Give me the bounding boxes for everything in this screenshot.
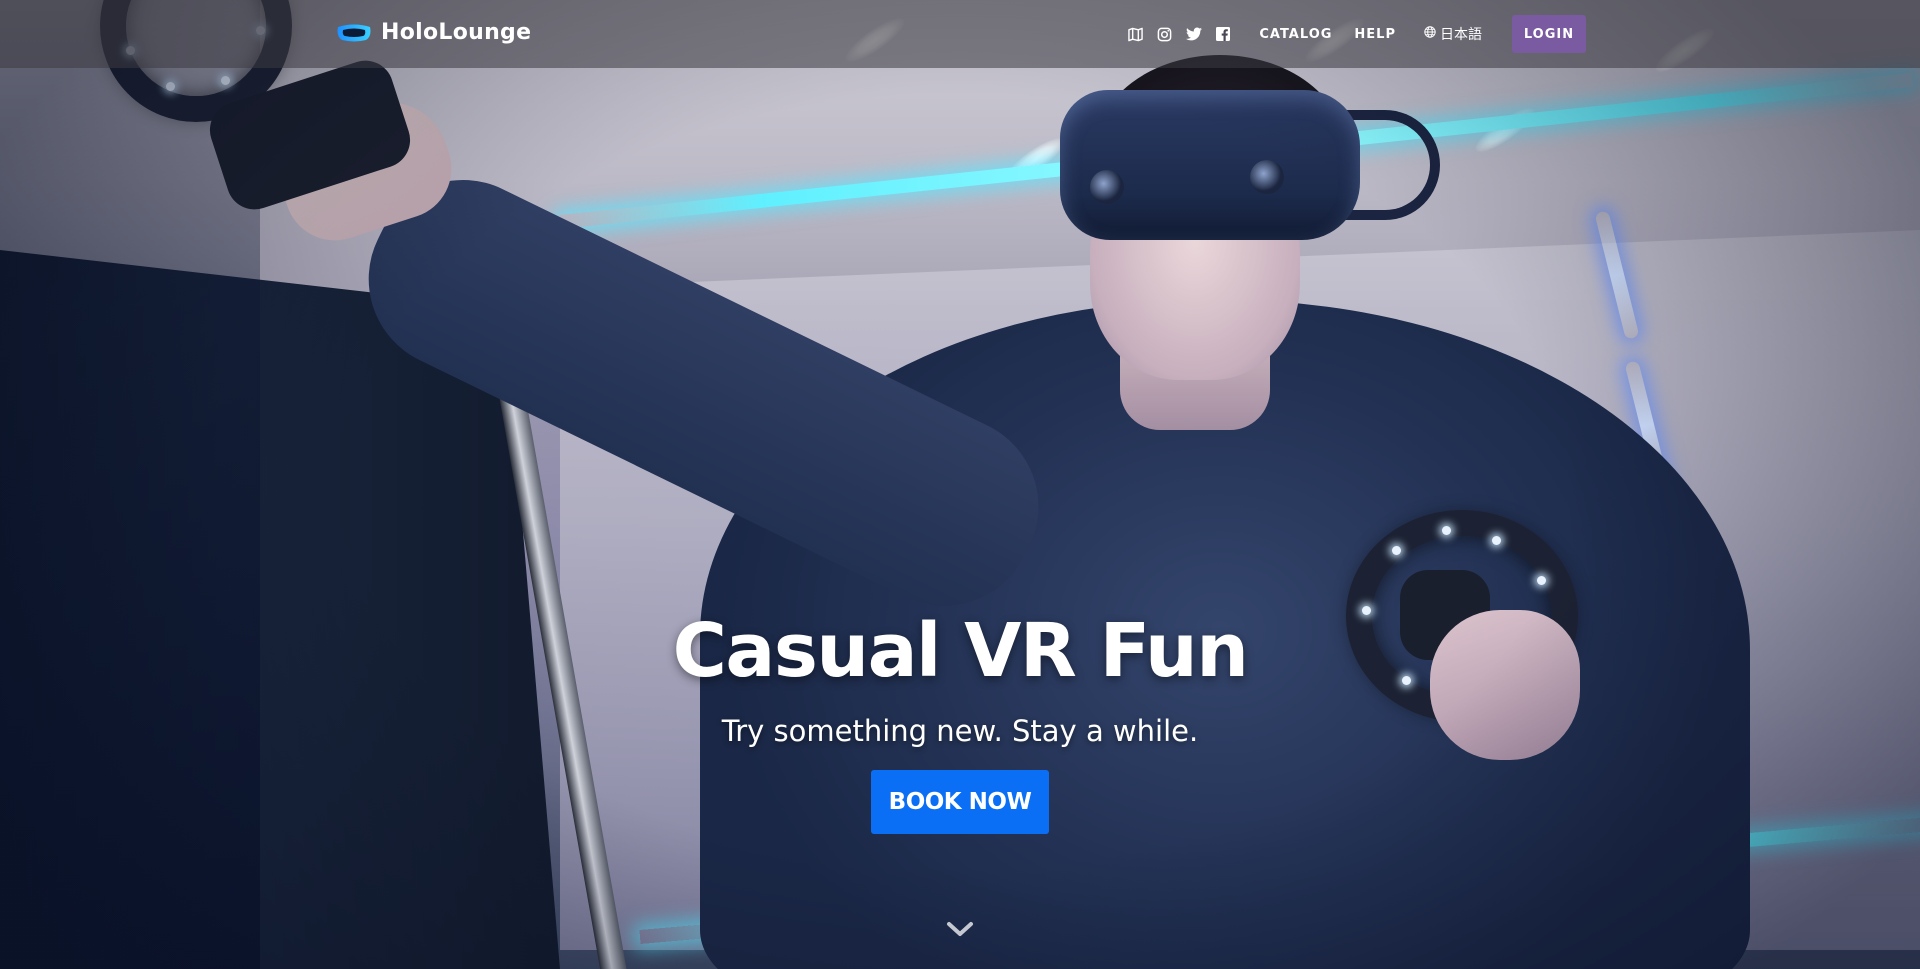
nav-link-help[interactable]: HELP	[1354, 27, 1396, 42]
twitter-icon[interactable]	[1185, 26, 1202, 43]
map-icon[interactable]	[1127, 26, 1144, 43]
nav-right-group: CATALOG HELP 日本語 LOGIN	[1127, 14, 1586, 54]
hero-title: Casual VR Fun	[672, 608, 1249, 694]
brand-logo-link[interactable]: HoloLounge	[335, 20, 531, 45]
visor-logo-icon	[335, 23, 373, 43]
nav-link-catalog[interactable]: CATALOG	[1259, 27, 1332, 42]
language-label: 日本語	[1440, 27, 1482, 43]
top-navbar: HoloLounge CATALOG HELP 日本語 LOGIN	[0, 0, 1920, 68]
facebook-icon[interactable]	[1214, 26, 1231, 43]
brand-name: HoloLounge	[381, 20, 532, 45]
globe-icon	[1424, 26, 1436, 42]
instagram-icon[interactable]	[1156, 26, 1173, 43]
language-switcher[interactable]: 日本語	[1424, 24, 1482, 44]
login-button[interactable]: LOGIN	[1512, 15, 1586, 53]
hero-subtitle: Try something new. Stay a while.	[721, 714, 1199, 748]
book-now-button[interactable]: BOOK NOW	[871, 770, 1049, 834]
chevron-down-icon[interactable]	[944, 918, 976, 940]
